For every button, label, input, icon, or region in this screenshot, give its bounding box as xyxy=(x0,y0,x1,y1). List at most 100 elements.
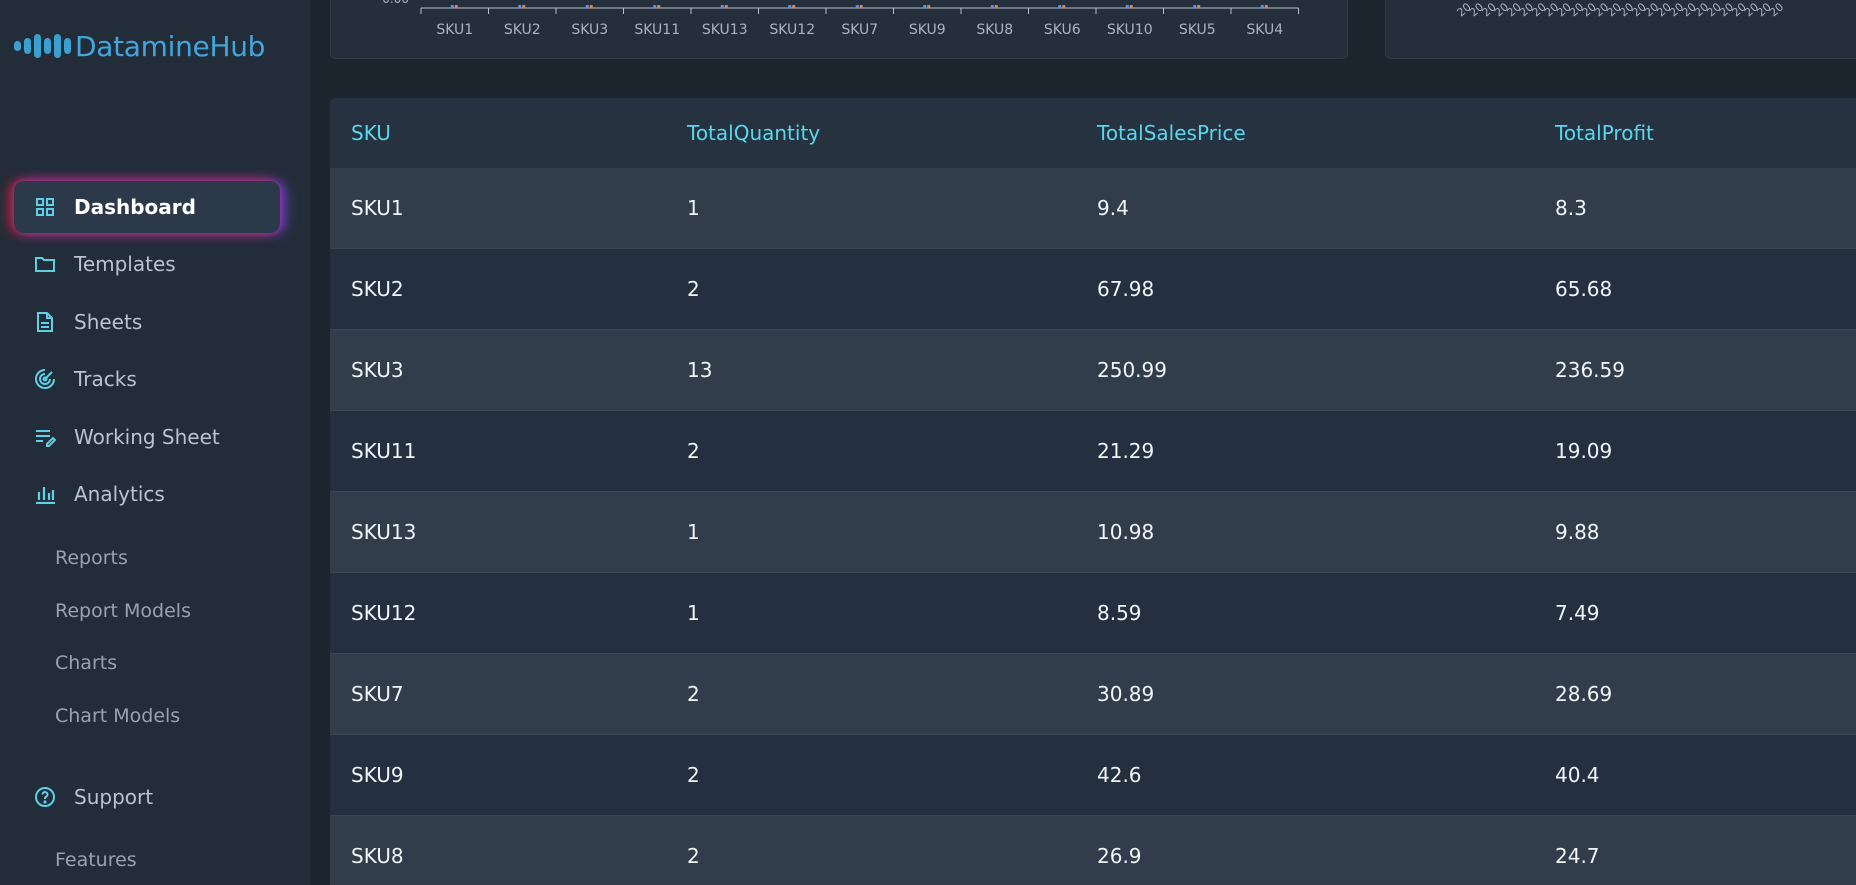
sidebar-item-label: Templates xyxy=(74,252,176,276)
bar-series-a xyxy=(990,5,994,8)
bar-series-a xyxy=(450,5,454,8)
cell-total-quantity: 1 xyxy=(687,520,700,544)
sidebar-subitem-report-models[interactable]: Report Models xyxy=(55,600,191,622)
bar-series-b xyxy=(859,5,863,8)
x-tick-label: SKU3 xyxy=(571,22,608,38)
cell-sku: SKU13 xyxy=(351,520,417,544)
column-header-sku[interactable]: SKU xyxy=(351,121,391,145)
cell-total-sales-price: 250.99 xyxy=(1097,358,1167,382)
bar-series-a xyxy=(855,5,859,8)
folder-icon xyxy=(34,253,56,275)
brand-logo[interactable]: DatamineHub xyxy=(14,28,265,64)
cell-sku: SKU1 xyxy=(351,196,404,220)
column-header-total-profit[interactable]: TotalProfit xyxy=(1555,121,1654,145)
column-header-total-quantity[interactable]: TotalQuantity xyxy=(687,121,820,145)
cell-sku: SKU7 xyxy=(351,682,404,706)
table-row[interactable]: SKU2 2 67.98 65.68 xyxy=(330,249,1856,330)
sidebar-subitem-charts[interactable]: Charts xyxy=(55,652,117,674)
x-tick-label: SKU8 xyxy=(976,22,1013,38)
x-tick-label: SKU7 xyxy=(841,22,878,38)
cell-total-sales-price: 10.98 xyxy=(1097,520,1155,544)
sidebar-subitem-chart-models[interactable]: Chart Models xyxy=(55,705,180,727)
sidebar-item-dashboard[interactable]: Dashboard xyxy=(14,181,280,233)
sku-summary-table: SKU TotalQuantity TotalSalesPrice TotalP… xyxy=(330,98,1856,885)
sidebar-item-analytics[interactable]: Analytics xyxy=(14,468,280,520)
sku-bar-chart: 0.00 SKU1 SKU2 SKU3 SKU11 SKU13 SKU12 SKU7 SKU9 S… xyxy=(382,0,1299,38)
bar-series-b xyxy=(454,5,458,8)
edit-list-icon xyxy=(34,426,56,448)
bar-series-a xyxy=(1125,5,1129,8)
cell-total-quantity: 2 xyxy=(687,439,700,463)
date-tick-label: 20 xyxy=(1767,0,1786,19)
bar-series-b xyxy=(792,5,796,8)
sidebar-item-label: Working Sheet xyxy=(74,425,220,449)
bar-series-b xyxy=(522,5,526,8)
cell-total-sales-price: 21.29 xyxy=(1097,439,1155,463)
sidebar-subitem-reports[interactable]: Reports xyxy=(55,547,128,569)
grid-icon xyxy=(34,196,56,218)
cell-total-sales-price: 42.6 xyxy=(1097,763,1142,787)
table-header-row: SKU TotalQuantity TotalSalesPrice TotalP… xyxy=(330,98,1856,168)
cell-total-quantity: 2 xyxy=(687,844,700,868)
x-tick-label: SKU13 xyxy=(702,22,748,38)
cell-sku: SKU2 xyxy=(351,277,404,301)
sidebar: DatamineHub Dashboard Templates Sheets T… xyxy=(0,0,310,885)
bar-series-b xyxy=(927,5,931,8)
sku-bar-chart-card: 0.00 SKU1 SKU2 SKU3 SKU11 SKU13 SKU12 SKU7 SKU9 S… xyxy=(330,0,1348,59)
sidebar-item-sheets[interactable]: Sheets xyxy=(14,296,280,348)
cell-total-profit: 9.88 xyxy=(1555,520,1600,544)
cell-sku: SKU11 xyxy=(351,439,417,463)
bar-series-a xyxy=(923,5,927,8)
cell-total-profit: 236.59 xyxy=(1555,358,1625,382)
table-row[interactable]: SKU13 1 10.98 9.88 xyxy=(330,492,1856,573)
x-tick-label: SKU4 xyxy=(1246,22,1283,38)
radar-icon xyxy=(34,368,56,390)
column-header-total-sales-price[interactable]: TotalSalesPrice xyxy=(1097,121,1246,145)
x-tick-label: SKU10 xyxy=(1107,22,1153,38)
logo-waves-icon xyxy=(14,34,71,58)
cell-sku: SKU3 xyxy=(351,358,404,382)
cell-sku: SKU9 xyxy=(351,763,404,787)
bar-series-a xyxy=(1260,5,1264,8)
table-row[interactable]: SKU11 2 21.29 19.09 xyxy=(330,411,1856,492)
cell-total-quantity: 1 xyxy=(687,196,700,220)
x-tick-label: SKU5 xyxy=(1179,22,1216,38)
x-tick-label: SKU6 xyxy=(1044,22,1081,38)
sidebar-item-label: Tracks xyxy=(74,367,137,391)
table-row[interactable]: SKU12 1 8.59 7.49 xyxy=(330,573,1856,654)
cell-total-quantity: 13 xyxy=(687,358,713,382)
date-chart-card: 20 20 20 20 20 20 20 20 20 20 20 20 20 20 20 20 20 20 20 20… xyxy=(1385,0,1856,59)
cell-total-sales-price: 8.59 xyxy=(1097,601,1142,625)
cell-total-profit: 7.49 xyxy=(1555,601,1600,625)
table-row[interactable]: SKU7 2 30.89 28.69 xyxy=(330,654,1856,735)
bar-series-a xyxy=(585,5,589,8)
sidebar-item-label: Support xyxy=(74,785,154,809)
sidebar-subitem-features[interactable]: Features xyxy=(55,849,137,871)
sidebar-item-tracks[interactable]: Tracks xyxy=(14,353,280,405)
table-row[interactable]: SKU8 2 26.9 24.7 xyxy=(330,816,1856,885)
cell-total-profit: 19.09 xyxy=(1555,439,1613,463)
sidebar-item-label: Dashboard xyxy=(74,195,196,219)
cell-total-sales-price: 30.89 xyxy=(1097,682,1155,706)
bar-chart-icon xyxy=(34,483,56,505)
bar-series-a xyxy=(788,5,792,8)
y-tick-label: 0.00 xyxy=(382,0,409,6)
sidebar-item-support[interactable]: Support xyxy=(14,771,280,823)
bar-series-b xyxy=(724,5,728,8)
table-row[interactable]: SKU3 13 250.99 236.59 xyxy=(330,330,1856,411)
table-row[interactable]: SKU9 2 42.6 40.4 xyxy=(330,735,1856,816)
sidebar-item-working-sheet[interactable]: Working Sheet xyxy=(14,411,280,463)
cell-sku: SKU12 xyxy=(351,601,417,625)
cell-total-quantity: 2 xyxy=(687,277,700,301)
bar-series-b xyxy=(657,5,661,8)
cell-total-quantity: 1 xyxy=(687,601,700,625)
cell-total-sales-price: 9.4 xyxy=(1097,196,1129,220)
help-circle-icon xyxy=(34,786,56,808)
sidebar-item-templates[interactable]: Templates xyxy=(14,238,280,290)
table-row[interactable]: SKU1 1 9.4 8.3 xyxy=(330,168,1856,249)
cell-total-profit: 40.4 xyxy=(1555,763,1600,787)
cell-total-profit: 24.7 xyxy=(1555,844,1600,868)
brand-name: DatamineHub xyxy=(75,29,266,63)
bar-series-b xyxy=(589,5,593,8)
cell-total-sales-price: 67.98 xyxy=(1097,277,1155,301)
